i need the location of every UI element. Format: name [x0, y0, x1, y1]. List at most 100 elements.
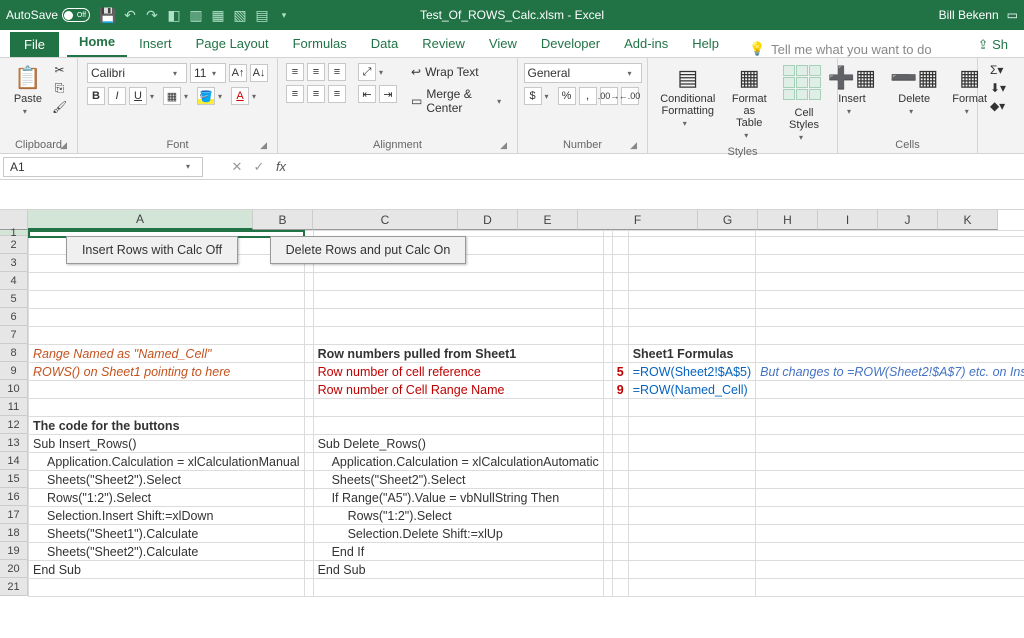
cell-G10[interactable] — [756, 381, 1024, 399]
row-head-5[interactable]: 5 — [0, 290, 28, 308]
col-head-D[interactable]: D — [458, 210, 518, 230]
cell-D11[interactable] — [603, 399, 612, 417]
cell-E2[interactable] — [612, 237, 628, 255]
col-head-I[interactable]: I — [818, 210, 878, 230]
row-head-7[interactable]: 7 — [0, 326, 28, 344]
col-head-J[interactable]: J — [878, 210, 938, 230]
cell-A11[interactable] — [29, 399, 305, 417]
cell-F19[interactable] — [628, 543, 755, 561]
cut-icon[interactable]: ✂ — [52, 63, 67, 77]
row-head-13[interactable]: 13 — [0, 434, 28, 452]
orientation-icon[interactable]: ⤢ — [358, 63, 376, 81]
align-left-icon[interactable]: ≡ — [286, 85, 304, 103]
cell-A10[interactable] — [29, 381, 305, 399]
cell-C9[interactable]: Row number of cell reference — [313, 363, 603, 381]
border-button[interactable]: ▦ — [163, 87, 181, 105]
cell-D13[interactable] — [603, 435, 612, 453]
cell-C7[interactable] — [313, 327, 603, 345]
cell-G15[interactable] — [756, 471, 1024, 489]
user-name[interactable]: Bill Bekenn — [939, 8, 999, 22]
share-button[interactable]: ⇪ Sh — [972, 33, 1014, 57]
cell-E3[interactable] — [612, 255, 628, 273]
cell-A13[interactable]: Sub Insert_Rows() — [29, 435, 305, 453]
increase-indent-icon[interactable]: ⇥ — [379, 85, 397, 103]
cell-B19[interactable] — [304, 543, 313, 561]
cell-C16[interactable]: If Range("A5").Value = vbNullString Then — [313, 489, 603, 507]
copy-icon[interactable]: ⎘ — [52, 81, 67, 96]
comma-format-icon[interactable]: , — [579, 87, 597, 105]
cell-E9[interactable]: 5 — [612, 363, 628, 381]
cell-F11[interactable] — [628, 399, 755, 417]
cell-D3[interactable] — [603, 255, 612, 273]
cell-B7[interactable] — [304, 327, 313, 345]
cell-F6[interactable] — [628, 309, 755, 327]
spreadsheet-grid[interactable]: 123456789101112131415161718192021 ABCDEF… — [0, 210, 1024, 597]
cell-F10[interactable]: =ROW(Named_Cell) — [628, 381, 755, 399]
tab-developer[interactable]: Developer — [529, 32, 612, 57]
cell-C14[interactable]: Application.Calculation = xlCalculationA… — [313, 453, 603, 471]
cell-C13[interactable]: Sub Delete_Rows() — [313, 435, 603, 453]
fx-icon[interactable]: fx — [270, 159, 292, 174]
cell-E11[interactable] — [612, 399, 628, 417]
cell-F16[interactable] — [628, 489, 755, 507]
decrease-indent-icon[interactable]: ⇤ — [358, 85, 376, 103]
col-head-B[interactable]: B — [253, 210, 313, 230]
cell-A5[interactable] — [29, 291, 305, 309]
row-head-14[interactable]: 14 — [0, 452, 28, 470]
dialog-launcher-icon[interactable]: ◢ — [260, 140, 267, 151]
cell-D4[interactable] — [603, 273, 612, 291]
cell-B13[interactable] — [304, 435, 313, 453]
row-head-11[interactable]: 11 — [0, 398, 28, 416]
qat-icon[interactable]: ◧ — [166, 7, 182, 23]
insert-cells-button[interactable]: ➕▦Insert▾ — [824, 63, 880, 118]
cell-C5[interactable] — [313, 291, 603, 309]
col-head-A[interactable]: A — [28, 210, 253, 230]
wrap-text-button[interactable]: ↩Wrap Text — [407, 63, 509, 81]
cell-E15[interactable] — [612, 471, 628, 489]
undo-icon[interactable]: ↶ — [122, 7, 138, 23]
conditional-formatting-button[interactable]: ▤Conditional Formatting▾ — [656, 63, 720, 130]
row-head-6[interactable]: 6 — [0, 308, 28, 326]
percent-format-icon[interactable]: % — [558, 87, 576, 105]
cell-A4[interactable] — [29, 273, 305, 291]
col-head-E[interactable]: E — [518, 210, 578, 230]
enter-icon[interactable]: ✓ — [248, 159, 270, 175]
increase-decimal-icon[interactable]: .00→ — [600, 87, 618, 105]
cell-G2[interactable] — [756, 237, 1024, 255]
cell-G13[interactable] — [756, 435, 1024, 453]
dialog-launcher-icon[interactable]: ◢ — [60, 140, 67, 151]
cell-B16[interactable] — [304, 489, 313, 507]
bold-button[interactable]: B — [87, 87, 105, 105]
cell-G9[interactable]: But changes to =ROW(Sheet2!$A$7) etc. on… — [756, 363, 1024, 381]
cell-F2[interactable] — [628, 237, 755, 255]
cell-A9[interactable]: ROWS() on Sheet1 pointing to here — [29, 363, 305, 381]
col-head-G[interactable]: G — [698, 210, 758, 230]
cell-G7[interactable] — [756, 327, 1024, 345]
fill-icon[interactable]: ⬇▾ — [990, 81, 1006, 95]
cell-B4[interactable] — [304, 273, 313, 291]
font-name-combo[interactable]: Calibri▾ — [87, 63, 187, 83]
cell-D10[interactable] — [603, 381, 612, 399]
cell-G17[interactable] — [756, 507, 1024, 525]
cell-B15[interactable] — [304, 471, 313, 489]
italic-button[interactable]: I — [108, 87, 126, 105]
cell-D15[interactable] — [603, 471, 612, 489]
cell-G5[interactable] — [756, 291, 1024, 309]
cell-A12[interactable]: The code for the buttons — [29, 417, 305, 435]
row-head-12[interactable]: 12 — [0, 416, 28, 434]
cell-C19[interactable]: End If — [313, 543, 603, 561]
cell-E12[interactable] — [612, 417, 628, 435]
cell-G4[interactable] — [756, 273, 1024, 291]
tab-home[interactable]: Home — [67, 30, 127, 57]
cell-F15[interactable] — [628, 471, 755, 489]
align-bottom-icon[interactable]: ≡ — [328, 63, 346, 81]
increase-font-icon[interactable]: A↑ — [229, 64, 247, 82]
row-head-21[interactable]: 21 — [0, 578, 28, 596]
cell-B12[interactable] — [304, 417, 313, 435]
decrease-font-icon[interactable]: A↓ — [250, 64, 268, 82]
ribbon-options-icon[interactable]: ▭ — [1007, 8, 1018, 22]
cell-C11[interactable] — [313, 399, 603, 417]
qat-icon[interactable]: ▧ — [232, 7, 248, 23]
toggle-off-icon[interactable]: Off — [62, 8, 90, 22]
qat-icon[interactable]: ▥ — [188, 7, 204, 23]
